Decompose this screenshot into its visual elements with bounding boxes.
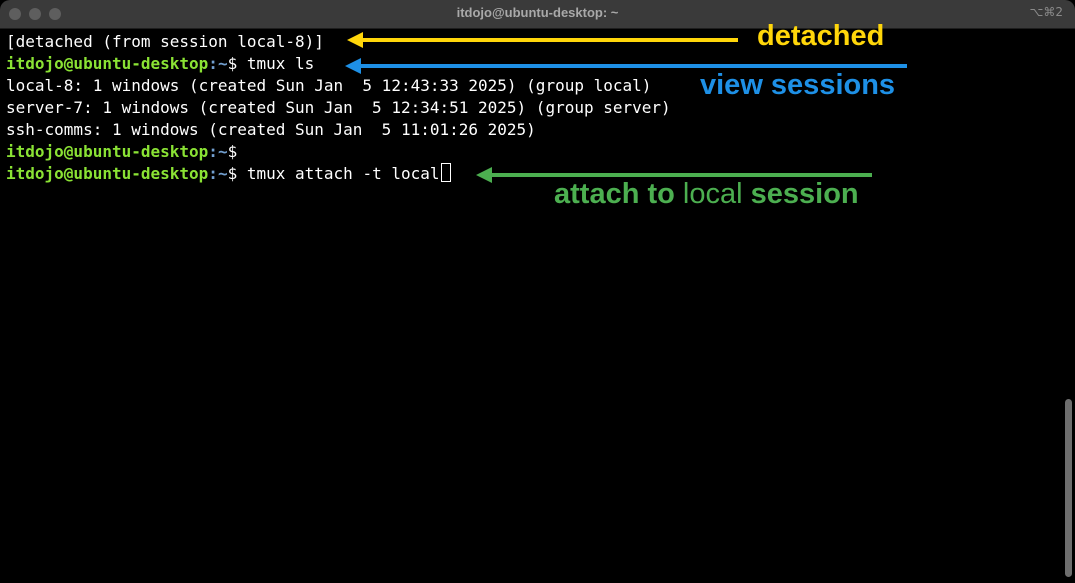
prompt-separator: : — [208, 142, 218, 161]
attach-label-post: session — [742, 178, 859, 210]
prompt-line: itdojo@ubuntu-desktop:~$ tmux attach -t … — [6, 163, 451, 185]
detached-annotation: detached — [757, 20, 885, 52]
window-title: itdojo@ubuntu-desktop: ~ — [456, 5, 619, 20]
prompt-symbol: $ — [227, 164, 238, 183]
prompt-separator: : — [208, 54, 218, 73]
command-input[interactable]: tmux attach -t local — [237, 164, 440, 183]
prompt-separator: : — [208, 164, 218, 183]
attach-label-local: local — [682, 178, 743, 210]
view-sessions-arrow-line — [360, 64, 907, 68]
prompt-symbol: $ — [227, 54, 238, 73]
prompt-path: ~ — [217, 142, 228, 161]
output-line: [detached (from session local-8)] — [6, 32, 324, 51]
prompt-path: ~ — [217, 54, 228, 73]
terminal-output[interactable]: [detached (from session local-8)] itdojo… — [0, 29, 1075, 583]
output-line: server-7: 1 windows (created Sun Jan 5 1… — [6, 98, 671, 117]
attach-arrow-head — [476, 167, 492, 183]
command-text: tmux ls — [237, 54, 315, 73]
prompt-line: itdojo@ubuntu-desktop:~$ tmux ls — [6, 53, 314, 75]
prompt-path: ~ — [217, 164, 228, 183]
prompt-symbol: $ — [227, 142, 238, 161]
text-cursor — [440, 163, 451, 182]
title-bar[interactable]: itdojo@ubuntu-desktop: ~ ⌥⌘2 — [0, 0, 1075, 29]
view-sessions-annotation: view sessions — [700, 69, 896, 101]
detached-arrow-line — [362, 38, 738, 42]
detached-arrow-head — [347, 32, 363, 48]
output-line: ssh-comms: 1 windows (created Sun Jan 5 … — [6, 120, 536, 139]
attach-arrow-line — [491, 173, 872, 177]
scrollbar-thumb[interactable] — [1065, 399, 1072, 577]
attach-label-pre: attach to — [554, 178, 683, 210]
window-shortcut: ⌥⌘2 — [1029, 5, 1063, 19]
attach-annotation: attach to local session — [554, 178, 859, 211]
prompt-user-host: itdojo@ubuntu-desktop — [6, 142, 209, 161]
output-line: local-8: 1 windows (created Sun Jan 5 12… — [6, 76, 652, 95]
prompt-user-host: itdojo@ubuntu-desktop — [6, 54, 209, 73]
terminal-window: itdojo@ubuntu-desktop: ~ ⌥⌘2 [detached (… — [0, 0, 1075, 583]
view-sessions-arrow-head — [345, 58, 361, 74]
prompt-line: itdojo@ubuntu-desktop:~$ — [6, 141, 237, 163]
prompt-user-host: itdojo@ubuntu-desktop — [6, 164, 209, 183]
